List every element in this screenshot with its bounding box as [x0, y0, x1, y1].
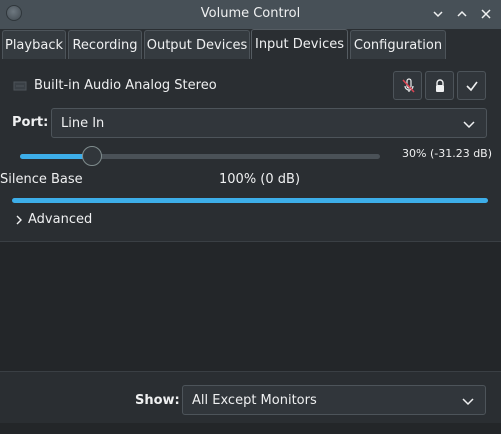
lock-channels-button[interactable] [425, 71, 454, 100]
advanced-label: Advanced [28, 212, 93, 227]
chevron-right-icon [16, 215, 22, 224]
volume-slider-handle[interactable] [82, 146, 102, 166]
port-label: Port: [12, 115, 49, 130]
mute-icon [401, 77, 415, 93]
show-filter-value: All Except Monitors [192, 392, 317, 408]
maximize-button[interactable] [453, 5, 471, 23]
tab-input-devices[interactable]: Input Devices [251, 29, 348, 59]
chevron-up-icon [457, 10, 467, 17]
chevron-down-icon [463, 121, 475, 129]
close-button[interactable] [477, 5, 495, 23]
chevron-down-icon [462, 398, 474, 406]
silence-base-bar [12, 198, 488, 203]
silence-base-value: 100% (0 dB) [219, 172, 301, 187]
window-title: Volume Control [200, 6, 301, 21]
mute-button[interactable] [393, 71, 422, 100]
volume-slider-track[interactable] [20, 154, 380, 159]
show-filter-select[interactable]: All Except Monitors [182, 385, 486, 415]
lock-icon [435, 78, 444, 92]
tab-bar: Playback Recording Output Devices Input … [0, 29, 501, 59]
show-label: Show: [135, 393, 180, 408]
window-bottom-edge [0, 423, 501, 434]
volume-readout: 30% (-31.23 dB) [402, 147, 493, 160]
checkmark-icon [465, 81, 478, 91]
tab-recording[interactable]: Recording [68, 30, 142, 59]
port-select-value: Line In [61, 115, 105, 131]
close-icon [481, 9, 491, 19]
chevron-down-icon [433, 11, 443, 18]
set-default-button[interactable] [457, 71, 486, 100]
minimize-button[interactable] [429, 5, 447, 23]
tab-output-devices[interactable]: Output Devices [144, 30, 250, 59]
tab-configuration[interactable]: Configuration [350, 30, 446, 59]
port-select[interactable]: Line In [51, 108, 487, 138]
silence-base-label: Silence Base [0, 172, 83, 187]
tab-playback[interactable]: Playback [2, 30, 66, 59]
advanced-expander[interactable]: Advanced [14, 212, 92, 227]
device-name: Built-in Audio Analog Stereo [34, 78, 217, 93]
title-bar: Volume Control [0, 0, 501, 29]
audio-input-icon [13, 81, 27, 91]
